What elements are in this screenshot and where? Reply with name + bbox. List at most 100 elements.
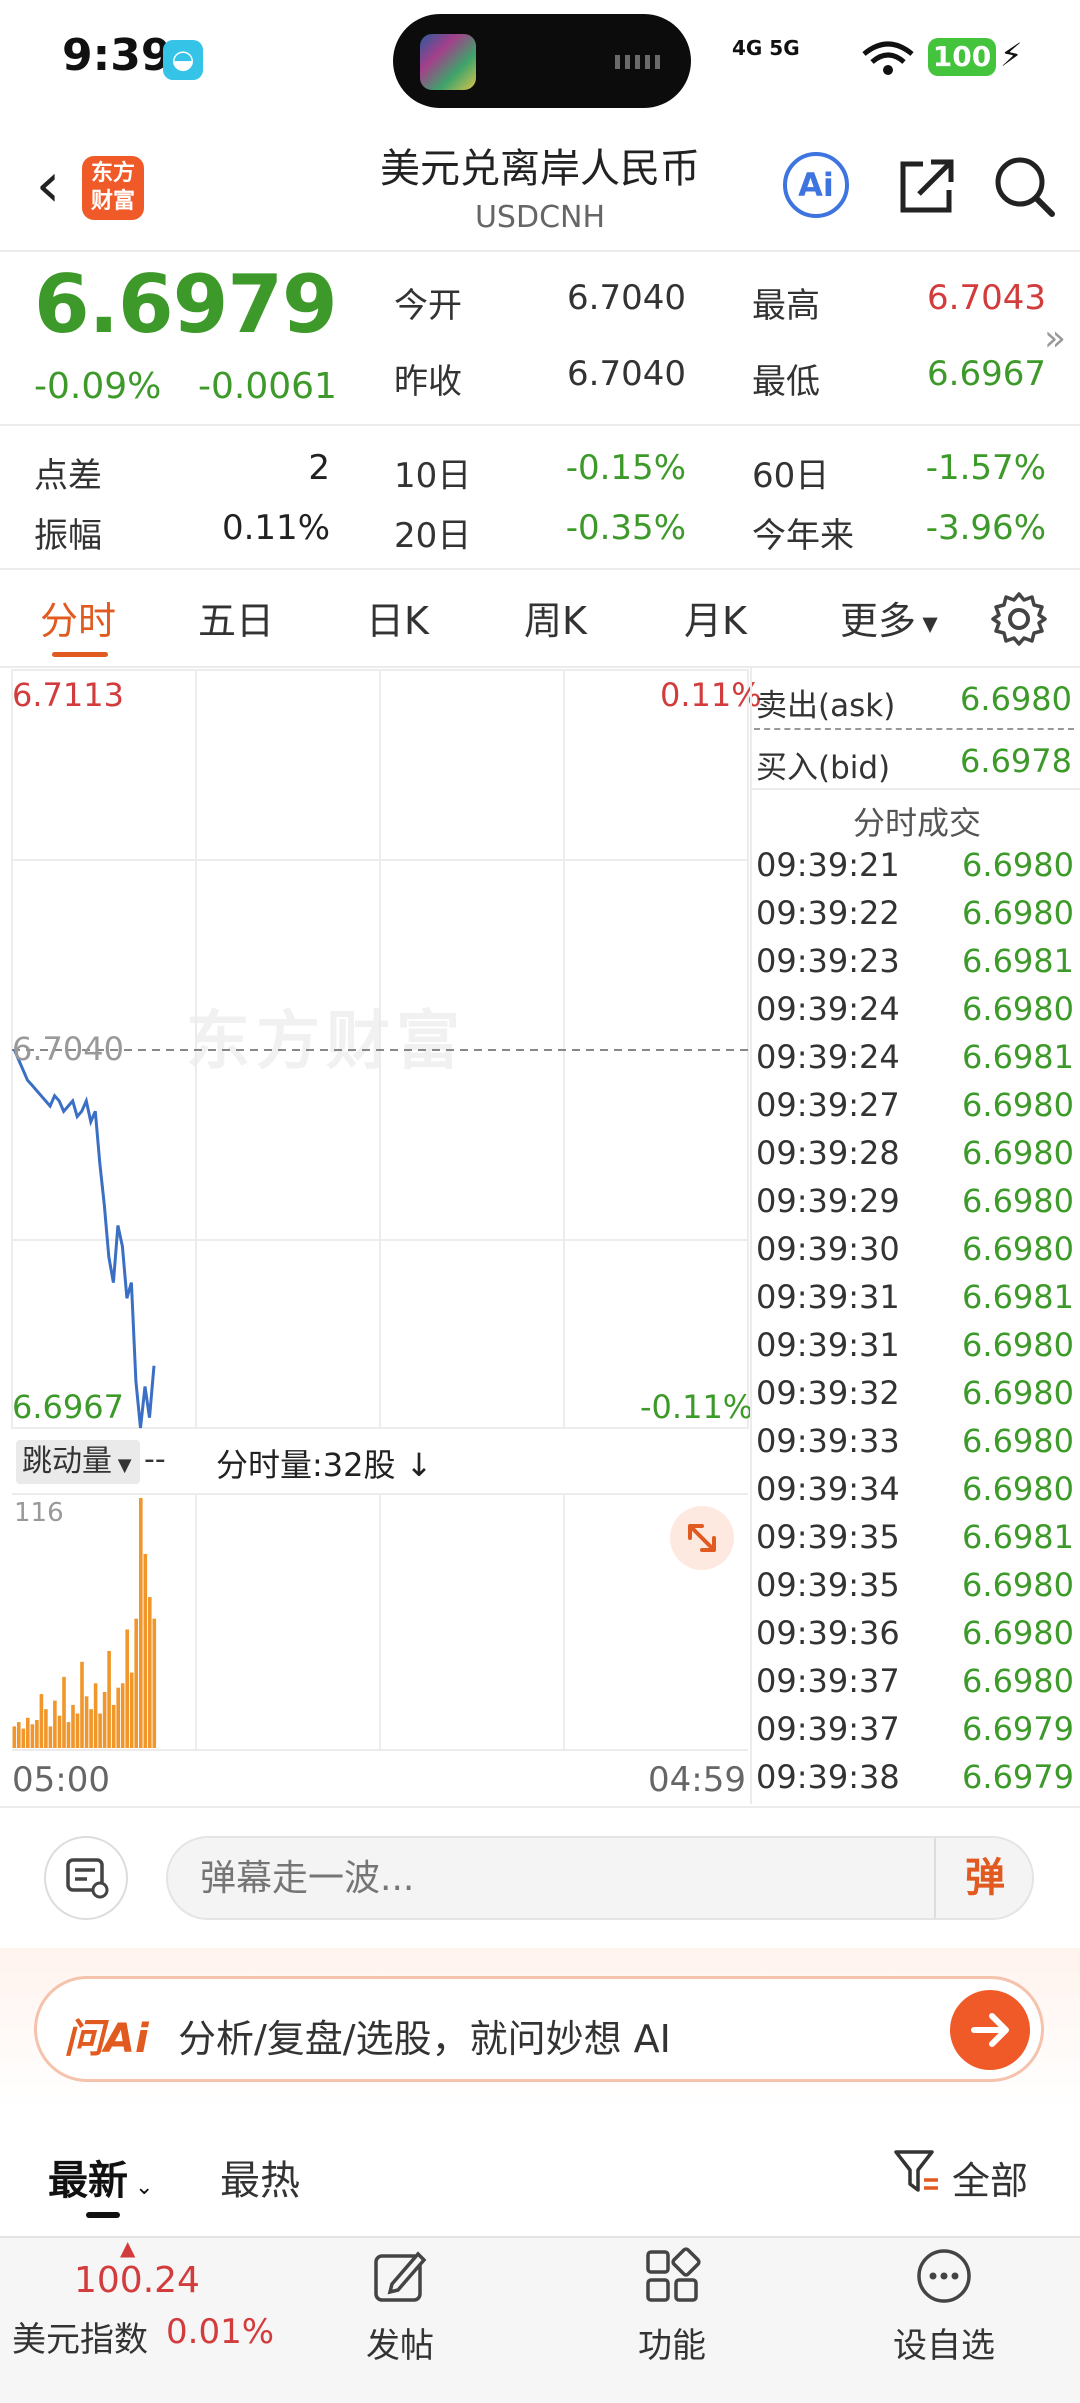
y-min-label: 6.6967: [12, 1388, 124, 1426]
high-label: 最高: [752, 286, 820, 326]
functions-button[interactable]: 功能: [592, 2318, 752, 2367]
share-icon[interactable]: [893, 152, 961, 220]
volume-bar: [71, 1704, 75, 1748]
trade-price: 6.6980: [962, 1086, 1074, 1124]
trade-price: 6.6980: [962, 894, 1074, 932]
trade-time: 09:39:30: [756, 1230, 900, 1268]
volume-bar: [80, 1661, 84, 1748]
tab-more[interactable]: 更多 ▼: [840, 590, 938, 645]
ai-button[interactable]: Ai: [783, 152, 849, 218]
ai-go-button[interactable]: [950, 1990, 1030, 2070]
back-button[interactable]: ‹: [20, 150, 76, 226]
charging-icon: ⚡: [1000, 36, 1023, 74]
volume-bar: [125, 1629, 129, 1748]
trade-row: 09:39:38 6.6979: [756, 1758, 1074, 1806]
feed-tab-hot[interactable]: 最热: [220, 2148, 300, 2206]
trade-time: 09:39:22: [756, 894, 900, 932]
low-label: 最低: [752, 362, 820, 402]
trade-price: 6.6979: [962, 1710, 1074, 1748]
danmu-input[interactable]: [166, 1836, 1034, 1920]
dollar-index-name[interactable]: 美元指数: [12, 2312, 148, 2361]
ai-ask-brand: 问Ai: [64, 2016, 149, 2062]
trade-time: 09:39:37: [756, 1662, 900, 1700]
volume-max-label: 116: [14, 1498, 64, 1528]
trade-time: 09:39:29: [756, 1182, 900, 1220]
tab-five-day[interactable]: 五日: [198, 590, 274, 645]
fullscreen-button[interactable]: [670, 1506, 734, 1570]
volume-bar: [35, 1720, 39, 1748]
functions-icon[interactable]: [642, 2246, 702, 2306]
change-amount: -0.0061: [198, 366, 337, 407]
volume-bar: [17, 1722, 21, 1748]
trade-price: 6.6980: [962, 846, 1074, 884]
high-value: 6.7043: [927, 278, 1046, 318]
danmu-send-button[interactable]: 弹: [934, 1838, 1034, 1918]
d20-label: 20日: [394, 516, 472, 556]
d10-value: -0.15%: [565, 448, 686, 488]
trade-time: 09:39:37: [756, 1710, 900, 1748]
feed-tab-latest-label: 最新: [48, 2158, 128, 2204]
add-watchlist-button[interactable]: 设自选: [864, 2318, 1024, 2367]
volume-bar: [107, 1651, 111, 1748]
more-icon[interactable]: [914, 2246, 974, 2306]
tab-daily-k[interactable]: 日K: [366, 590, 429, 645]
volume-bar: [26, 1717, 30, 1748]
tab-intraday[interactable]: 分时: [40, 590, 116, 645]
tab-more-label: 更多: [840, 599, 917, 643]
change-percent: -0.09%: [34, 366, 162, 407]
tab-weekly-k[interactable]: 周K: [524, 590, 587, 645]
post-icon[interactable]: [370, 2246, 430, 2306]
expand-quote-icon[interactable]: »: [1044, 318, 1066, 359]
volume-bar: [30, 1724, 35, 1748]
ytd-label: 今年来: [752, 516, 854, 556]
wifi-icon: [862, 41, 914, 75]
dollar-index-value[interactable]: 100.24: [74, 2260, 200, 2301]
trade-row: 09:39:32 6.6980: [756, 1374, 1074, 1422]
filter-icon: [894, 2150, 938, 2192]
volume-type-select[interactable]: 跳动量 ▼: [16, 1440, 140, 1484]
trade-time: 09:39:31: [756, 1278, 900, 1316]
volume-bar: [53, 1700, 57, 1748]
ytd-value: -3.96%: [925, 508, 1046, 548]
dollar-index-pct[interactable]: 0.01%: [166, 2312, 274, 2352]
ai-ask-text: 分析/复盘/选股，就问妙想 AI: [178, 2017, 671, 2061]
trade-price: 6.6980: [962, 1470, 1074, 1508]
comment-settings-button[interactable]: [44, 1836, 128, 1920]
divider: [0, 568, 1080, 570]
spread-value: 2: [308, 448, 330, 488]
trade-time: 09:39:28: [756, 1134, 900, 1172]
prev-close-value: 6.7040: [567, 354, 686, 394]
open-label: 今开: [394, 286, 462, 326]
volume-bars: [12, 1498, 157, 1748]
d60-label: 60日: [752, 456, 830, 496]
volume-bar: [21, 1728, 26, 1748]
volume-bar: [120, 1683, 125, 1748]
trade-time: 09:39:38: [756, 1758, 900, 1796]
time-axis-start: 05:00: [12, 1760, 110, 1800]
volume-bar: [111, 1704, 116, 1748]
volume-bar: [148, 1597, 152, 1748]
volume-info: 分时量:32股 ↓: [216, 1446, 433, 1484]
spread-label: 点差: [34, 456, 102, 496]
trade-price: 6.6980: [962, 990, 1074, 1028]
media-thumbnail-icon: [420, 34, 476, 90]
tab-monthly-k[interactable]: 月K: [684, 590, 747, 645]
filter-label: 全部: [952, 2159, 1029, 2203]
trades-list[interactable]: 09:39:21 6.6980 09:39:22 6.6980 09:39:23 6.69…: [756, 846, 1074, 1806]
volume-bar: [44, 1709, 48, 1748]
prev-close-label: 昨收: [394, 362, 462, 402]
trade-price: 6.6980: [962, 1182, 1074, 1220]
volume-bar: [143, 1554, 148, 1748]
trade-row: 09:39:21 6.6980: [756, 846, 1074, 894]
post-button[interactable]: 发帖: [320, 2318, 480, 2367]
bid-price: 6.6978: [960, 742, 1072, 780]
chevron-down-icon: ▼: [916, 611, 938, 636]
trade-price: 6.6980: [962, 1230, 1074, 1268]
gear-icon[interactable]: [990, 590, 1048, 648]
low-value: 6.6967: [927, 354, 1046, 394]
arrow-right-icon: [971, 2013, 1009, 2047]
page-title: 美元兑离岸人民币: [380, 146, 700, 192]
volume-bar: [139, 1498, 143, 1748]
feed-tab-latest[interactable]: 最新 ⌄: [48, 2148, 153, 2206]
search-icon[interactable]: [990, 152, 1058, 220]
